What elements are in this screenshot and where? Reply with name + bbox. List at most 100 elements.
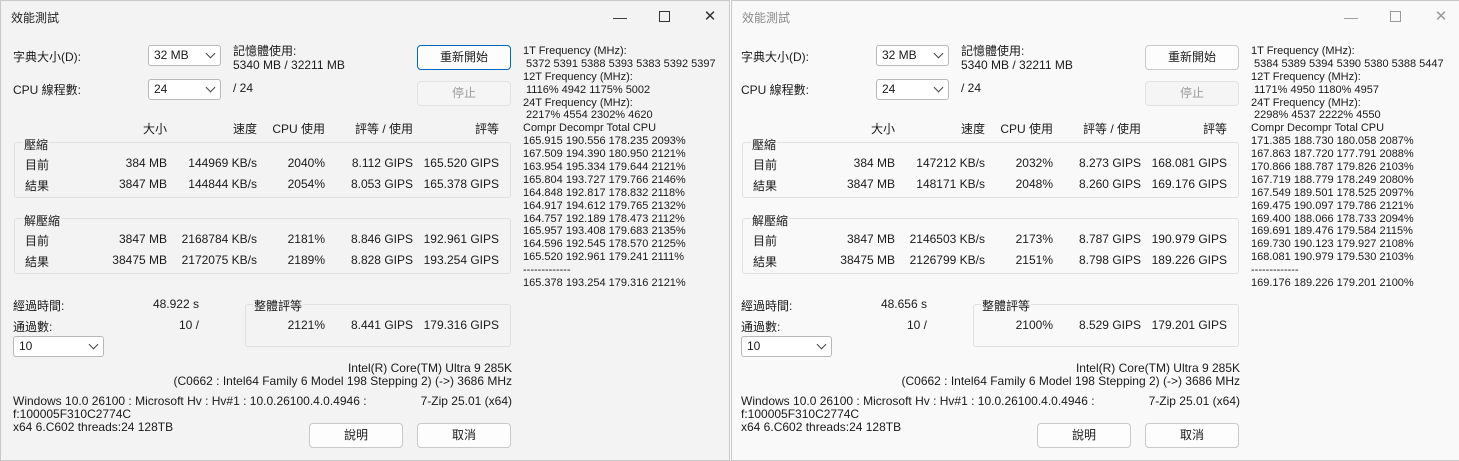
log-line: 5384 5389 5394 5390 5380 5388 5447 [1254,57,1444,70]
log-line: 167.863 187.720 177.791 2088% [1251,148,1414,161]
chevron-down-icon [88,339,99,350]
passes-select[interactable]: 10 [741,336,832,357]
compress-current-rating: 165.520 GIPS [423,156,499,170]
os-info-line2: f:100005F310C2774C [13,407,132,421]
version-label: 7-Zip 25.01 (x64) [420,394,512,408]
close-icon[interactable]: ✕ [1430,7,1452,27]
decompress-current-speed: 2146503 KB/s [909,232,985,246]
minimize-icon[interactable]: — [1340,7,1362,27]
os-info-line3: x64 6.C602 threads:24 128TB [741,420,902,434]
chevron-down-icon [816,339,827,350]
compress-result-speed: 148171 KB/s [916,177,985,191]
minimize-icon[interactable]: — [609,7,631,27]
compress-current-size: 384 MB [853,156,895,170]
compress-result-label: 結果 [25,179,50,193]
threads-total: / 24 [961,81,982,95]
threads-total: / 24 [233,81,254,95]
cpu-detail: (C0662 : Intel64 Family 6 Model 198 Step… [901,374,1240,388]
compress-current-cpu: 2040% [287,156,325,170]
log-line: 24T Frequency (MHz): [523,96,633,109]
total-cpu: 2100% [1015,318,1053,332]
log-line: 167.549 189.501 178.525 2097% [1251,186,1414,199]
cancel-button[interactable]: 取消 [417,423,511,448]
window-title: 效能測試 [742,11,791,25]
total-rating-label: 整體評等 [253,297,304,314]
log-line: 2217% 4554 2302% 4620 [526,109,653,122]
cpu-name: Intel(R) Core(TM) Ultra 9 285K [347,361,512,375]
decompress-current-size: 3847 MB [118,232,167,246]
mem-usage-label: 記憶體使用: [961,44,1025,58]
total-rating-label: 整體評等 [981,297,1032,314]
dict-size-value: 32 MB [154,48,189,62]
log-line-total: 169.176 189.226 179.201 2100% [1251,277,1414,290]
elapsed-label: 經過時間: [13,299,65,313]
compress-current-label: 目前 [25,158,50,172]
decompress-result-label: 結果 [25,255,50,269]
threads-label: CPU 線程數: [741,83,810,97]
log-line: 1T Frequency (MHz): [1251,45,1355,57]
decompress-result-rating: 189.226 GIPS [1151,253,1227,267]
passes-value: 10 / [178,318,199,332]
log-line: 170.866 188.787 179.826 2103% [1251,161,1414,174]
chevron-down-icon [205,48,216,59]
compress-group-label: 壓縮 [751,136,778,153]
decompress-current-rating: 192.961 GIPS [423,232,499,246]
log-line: 24T Frequency (MHz): [1251,96,1361,109]
col-speed-header: 速度 [232,122,257,136]
log-line: 164.596 192.545 178.570 2125% [523,238,686,251]
total-rating-usage: 8.529 GIPS [1078,318,1141,332]
restart-button[interactable]: 重新開始 [1145,45,1239,70]
threads-select[interactable]: 24 [148,79,221,100]
log-line: 167.719 188.779 178.249 2080% [1251,173,1414,186]
threads-select[interactable]: 24 [876,79,949,100]
log-line: 5372 5391 5388 5393 5383 5392 5397 [526,57,716,70]
elapsed-value: 48.656 s [880,297,927,311]
passes-label: 通過數: [741,320,781,334]
decompress-current-rating: 190.979 GIPS [1151,232,1227,246]
log-line: 164.757 192.189 178.473 2112% [523,212,685,225]
decompress-result-rating: 193.254 GIPS [423,253,499,267]
col-rating-header: 評等 [1202,122,1227,136]
dict-size-select[interactable]: 32 MB [876,45,949,66]
compress-result-size: 3847 MB [846,177,895,191]
compress-result-speed: 144844 KB/s [188,177,257,191]
help-button[interactable]: 說明 [309,423,403,448]
compress-result-rating-usage: 8.053 GIPS [350,177,413,191]
total-cpu: 2121% [287,318,325,332]
stop-button[interactable]: 停止 [1145,81,1239,106]
chevron-down-icon [205,82,216,93]
compress-result-cpu: 2048% [1015,177,1053,191]
maximize-icon[interactable] [653,7,675,27]
cancel-button[interactable]: 取消 [1145,423,1239,448]
total-rating: 179.316 GIPS [423,318,499,332]
passes-value: 10 / [906,318,927,332]
maximize-icon[interactable] [1384,7,1406,27]
log-separator: ------------- [1251,264,1299,277]
passes-select[interactable]: 10 [13,336,104,357]
log-line: 164.917 194.612 179.765 2132% [523,199,686,212]
decompress-current-cpu: 2181% [287,232,325,246]
col-cpu-header: CPU 使用 [1000,122,1053,136]
decompress-result-cpu: 2189% [287,253,325,267]
restart-button[interactable]: 重新開始 [417,45,511,70]
os-info-line2: f:100005F310C2774C [741,407,860,421]
stop-button[interactable]: 停止 [417,81,511,106]
log-line: 2298% 4537 2222% 4550 [1254,109,1381,122]
decompress-result-speed: 2126799 KB/s [909,253,985,267]
compress-result-cpu: 2054% [287,177,325,191]
log-line: 171.385 188.730 180.058 2087% [1251,135,1414,148]
log-line: 169.475 190.097 179.786 2121% [1251,199,1414,212]
col-rating-header: 評等 [474,122,499,136]
decompress-current-speed: 2168784 KB/s [181,232,257,246]
passes-select-value: 10 [19,339,33,353]
help-button[interactable]: 說明 [1037,423,1131,448]
mem-usage-value: 5340 MB / 32211 MB [233,58,345,72]
compress-current-label: 目前 [753,158,778,172]
decompress-current-label: 目前 [753,234,778,248]
close-icon[interactable]: ✕ [699,7,721,27]
log-line: 169.691 189.476 179.584 2115% [1251,225,1413,238]
log-line: 167.509 194.390 180.950 2121% [523,148,686,161]
dict-size-select[interactable]: 32 MB [148,45,221,66]
decompress-result-speed: 2172075 KB/s [181,253,257,267]
log-line: 163.954 195.334 179.644 2121% [523,161,686,174]
